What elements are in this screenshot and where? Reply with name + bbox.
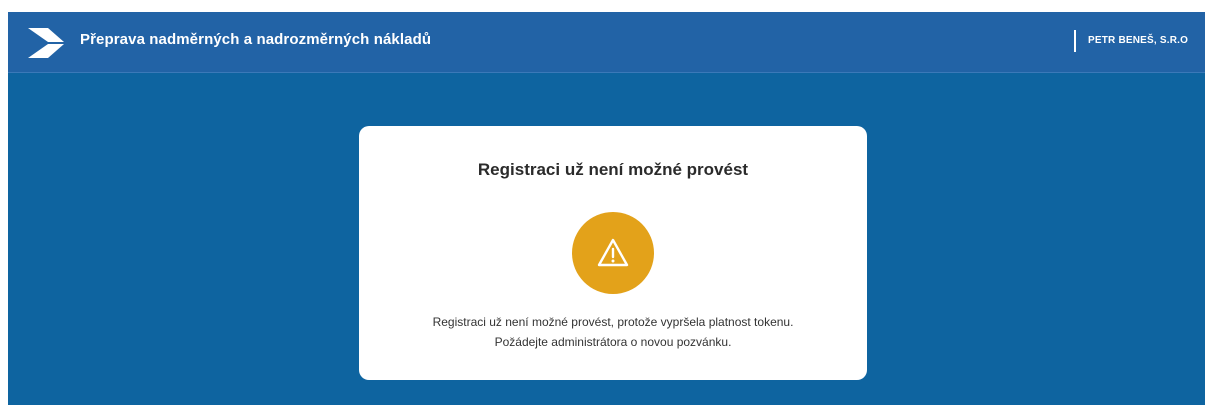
- warning-badge: [572, 212, 654, 294]
- message-line-1: Registraci už není možné provést, protož…: [432, 315, 794, 329]
- card-title: Registraci už není možné provést: [477, 160, 749, 179]
- app-title: Přeprava nadměrných a nadrozměrných nákl…: [80, 31, 432, 48]
- top-bar: Přeprava nadměrných a nadrozměrných nákl…: [8, 12, 1205, 73]
- company-divider: [1074, 30, 1076, 52]
- app-frame: Přeprava nadměrných a nadrozměrných nákl…: [8, 12, 1205, 405]
- arrow-logo-icon[interactable]: [26, 26, 66, 60]
- message-line-2: Požádejte administrátora o novou pozvánk…: [494, 335, 732, 349]
- registration-error-card: Registraci už není možné provést Registr…: [359, 126, 867, 380]
- card-message: Registraci už není možné provést, protož…: [359, 312, 867, 352]
- company-name[interactable]: PETR BENEŠ, S.R.O: [1088, 35, 1188, 46]
- warning-icon: [597, 238, 629, 267]
